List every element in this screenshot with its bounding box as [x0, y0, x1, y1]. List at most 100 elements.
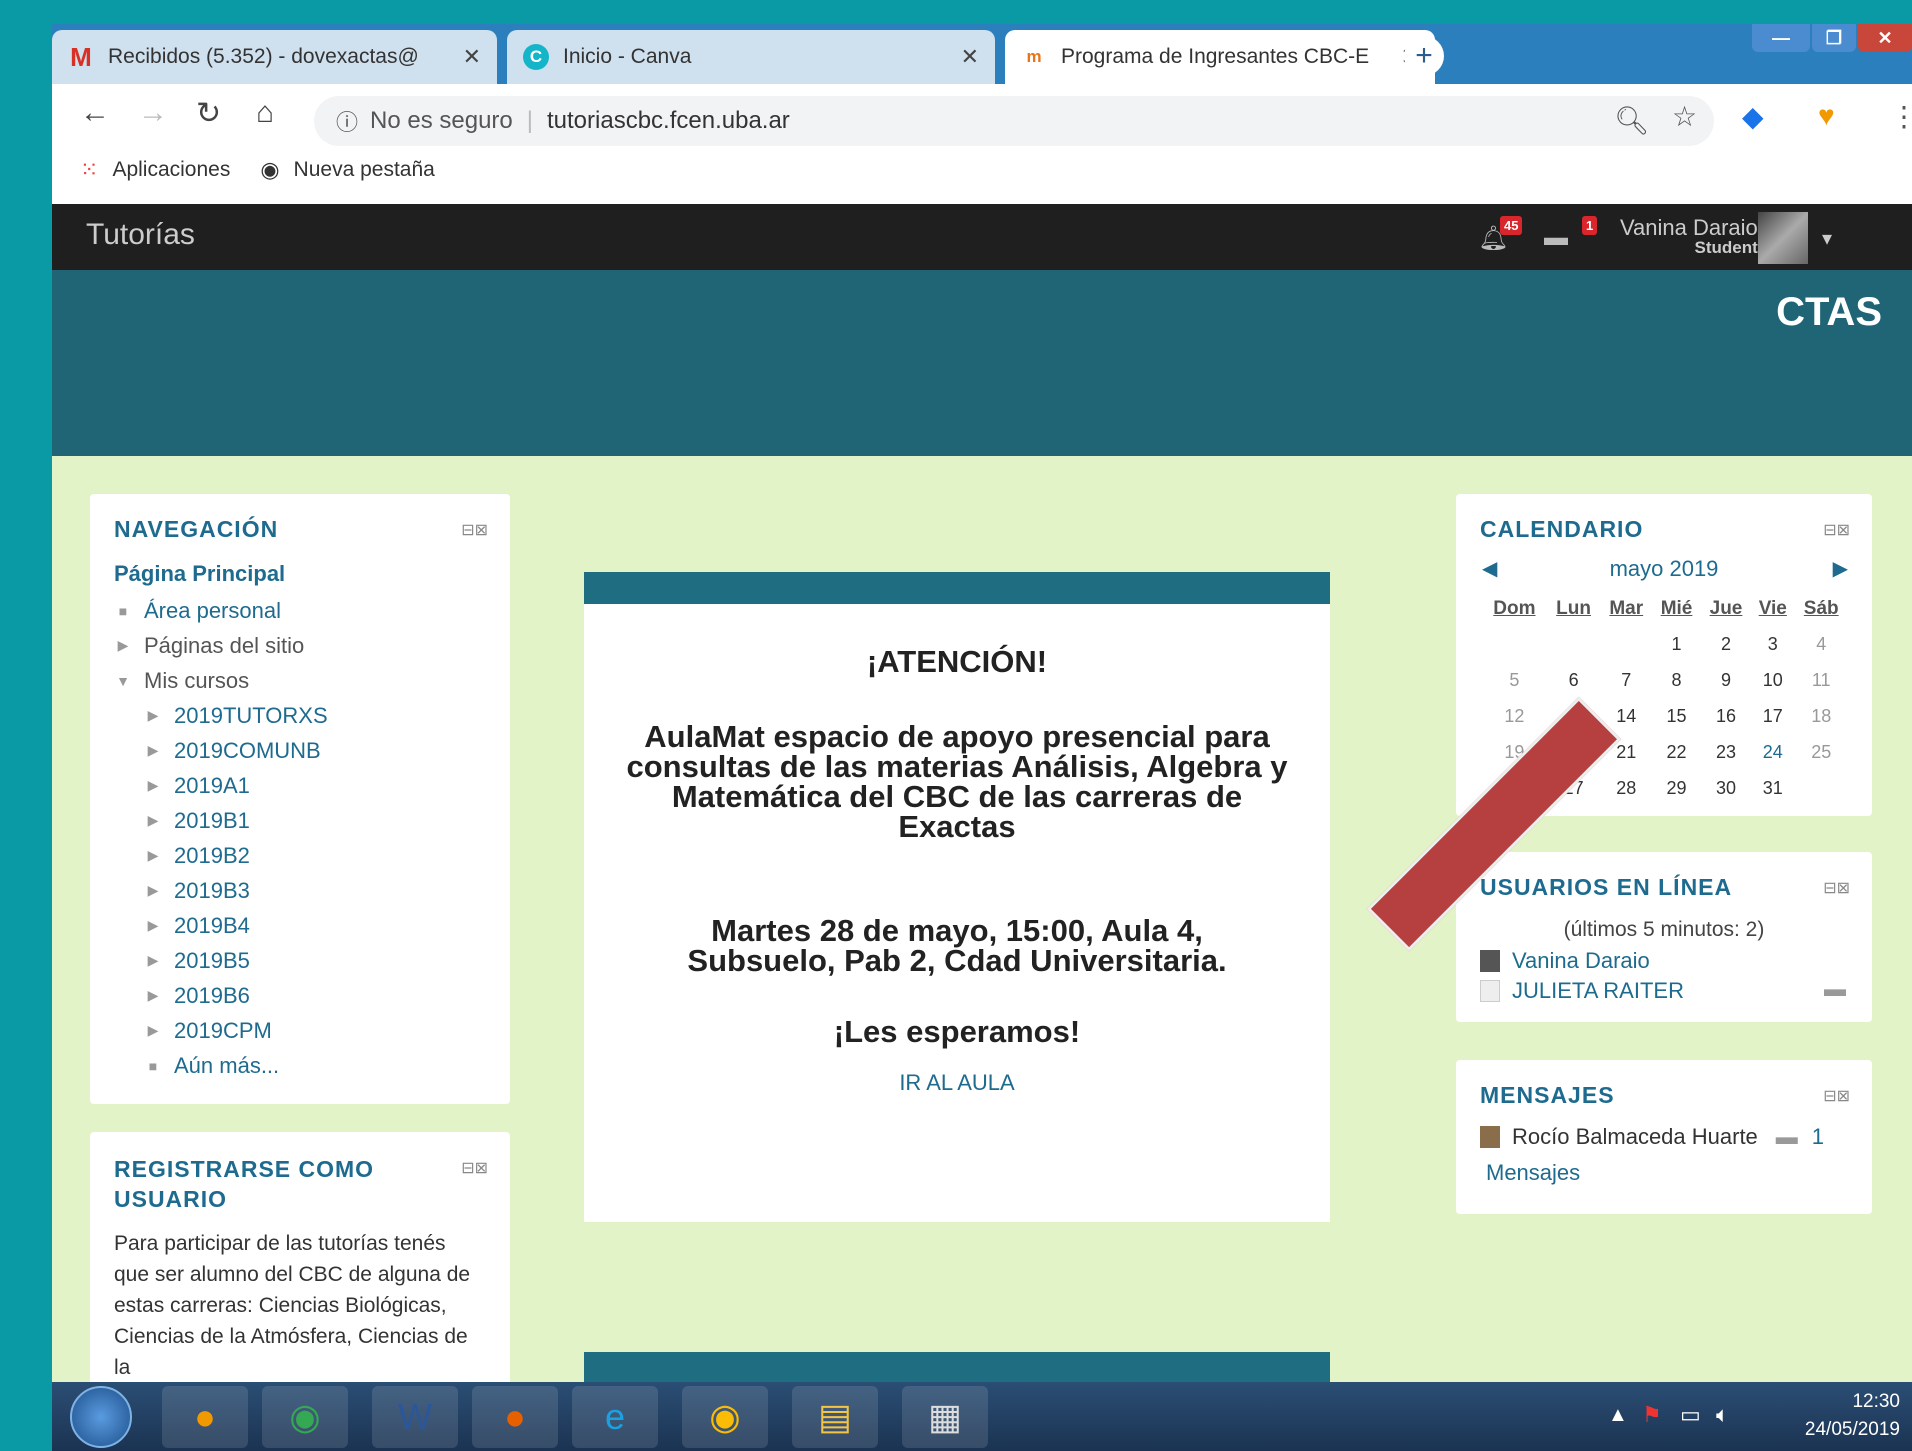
firefox-taskbar-icon[interactable]: ● [162, 1386, 248, 1448]
word-taskbar-icon[interactable]: W [372, 1386, 458, 1448]
reload-icon[interactable]: ↻ [196, 96, 221, 131]
calendar-day[interactable]: 3 [1751, 626, 1794, 662]
minimize-button[interactable]: — [1752, 24, 1810, 52]
course-item[interactable]: ▶ 2019B6 [114, 978, 486, 1013]
calendar-day[interactable]: 30 [1701, 770, 1751, 806]
ie-taskbar-icon[interactable]: e [572, 1386, 658, 1448]
caret-right-icon: ▶ [147, 1022, 159, 1038]
home-icon[interactable]: ⌂ [256, 96, 274, 130]
clock[interactable]: 12:30 24/05/2019 [1805, 1388, 1900, 1444]
course-item[interactable]: ▶ 2019B1 [114, 803, 486, 838]
user-menu[interactable]: Vanina Daraio Student [1620, 217, 1758, 258]
tab-programa[interactable]: m Programa de Ingresantes CBC-E ✕ [1005, 30, 1435, 84]
flag-icon[interactable]: ⚑ [1642, 1402, 1662, 1428]
next-month-icon[interactable]: ▶ [1833, 556, 1848, 581]
course-item[interactable]: ▶ 2019A1 [114, 768, 486, 803]
calendar-day[interactable]: 18 [1794, 698, 1848, 734]
course-label: 2019COMUNB [174, 737, 321, 763]
calendar-day[interactable]: 10 [1751, 662, 1794, 698]
calendar-day[interactable]: 25 [1794, 734, 1848, 770]
course-item[interactable]: ▶ 2019B5 [114, 943, 486, 978]
calendar-day[interactable]: 11 [1794, 662, 1848, 698]
close-tab-icon[interactable]: ✕ [961, 44, 979, 70]
messages-link[interactable]: Mensajes [1486, 1160, 1580, 1186]
course-item[interactable]: ▶ 2019B3 [114, 873, 486, 908]
calendar-day[interactable]: 6 [1547, 662, 1600, 698]
message-sender[interactable]: Rocío Balmaceda Huarte ▬ 1 [1480, 1124, 1824, 1150]
block-controls-icon[interactable]: ⊟⊠ [1823, 520, 1850, 540]
block-controls-icon[interactable]: ⊟⊠ [1823, 1086, 1850, 1106]
course-item[interactable]: ▶ 2019TUTORXS [114, 698, 486, 733]
forward-icon[interactable]: → [138, 96, 168, 130]
back-icon[interactable]: ← [80, 96, 110, 130]
start-button[interactable] [70, 1386, 132, 1448]
zoom-icon[interactable]: 🔍︎ [1614, 104, 1650, 137]
calendar-day[interactable]: 24 [1751, 734, 1794, 770]
online-user[interactable]: Vanina Daraio [1480, 948, 1650, 974]
announcement-date: Martes 28 de mayo, 15:00, Aula 4, Subsue… [687, 913, 1227, 978]
nav-item-area-personal[interactable]: ■ Área personal [114, 593, 486, 628]
firefox2-taskbar-icon[interactable]: ● [472, 1386, 558, 1448]
calendar-day[interactable]: 15 [1652, 698, 1701, 734]
chevron-down-icon[interactable]: ▾ [1822, 226, 1832, 251]
calendar-day[interactable]: 8 [1652, 662, 1701, 698]
calendar-day[interactable]: 4 [1794, 626, 1848, 662]
calendar-day[interactable]: 5 [1482, 662, 1547, 698]
calendar-day[interactable]: 29 [1652, 770, 1701, 806]
nav-item-more[interactable]: ■ Aún más... [114, 1048, 486, 1083]
tab-label: Programa de Ingresantes CBC-E [1061, 45, 1370, 68]
calendar-day[interactable]: 2 [1701, 626, 1751, 662]
calendar-day[interactable]: 12 [1482, 698, 1547, 734]
tab-canva[interactable]: C Inicio - Canva ✕ [507, 30, 995, 84]
nav-home-link[interactable]: Página Principal [114, 561, 486, 587]
messages-icon[interactable]: ▬ [1544, 224, 1568, 252]
course-item[interactable]: ▶ 2019B2 [114, 838, 486, 873]
tab-gmail[interactable]: M Recibidos (5.352) - dovexactas@ ✕ [52, 30, 497, 84]
chrome-taskbar-icon[interactable]: ◉ [262, 1386, 348, 1448]
close-tab-icon[interactable]: ✕ [463, 44, 481, 70]
menu-icon[interactable]: ⋮ [1890, 100, 1912, 133]
location-extension-icon[interactable]: ♥ [1818, 100, 1835, 132]
info-icon[interactable]: ⓘ [336, 105, 358, 137]
block-controls-icon[interactable]: ⊟⊠ [1823, 878, 1850, 898]
calendar-day[interactable]: 9 [1701, 662, 1751, 698]
close-window-button[interactable]: ✕ [1858, 24, 1912, 52]
message-icon[interactable]: ▬ [1824, 976, 1846, 1002]
address-separator: | [526, 107, 533, 134]
block-controls-icon[interactable]: ⊟⊠ [461, 520, 488, 540]
calendar-day[interactable]: 16 [1701, 698, 1751, 734]
calendar-day[interactable]: 22 [1652, 734, 1701, 770]
globe-icon: ◉ [260, 157, 280, 182]
address-bar[interactable]: ⓘ No es seguro | tutoriascbc.fcen.uba.ar [314, 96, 1714, 146]
calculator-taskbar-icon[interactable]: ▦ [902, 1386, 988, 1448]
extension-icon[interactable]: ◆ [1742, 100, 1764, 133]
tray-up-icon[interactable]: ▲ [1608, 1404, 1628, 1427]
calendar-day[interactable]: 31 [1751, 770, 1794, 806]
course-label: 2019B2 [174, 842, 250, 868]
calendar-day[interactable]: 1 [1652, 626, 1701, 662]
course-item[interactable]: ▶ 2019CPM [114, 1013, 486, 1048]
maximize-button[interactable]: ❐ [1812, 24, 1856, 52]
nav-item-mis-cursos[interactable]: ▼ Mis cursos [114, 663, 486, 698]
ir-al-aula-link[interactable]: IR AL AULA [584, 1070, 1330, 1096]
online-user[interactable]: JULIETA RAITER [1480, 978, 1684, 1004]
bookmark-apps[interactable]: ⁙ Aplicaciones [80, 157, 230, 183]
bookmark-new-tab[interactable]: ◉ Nueva pestaña [260, 157, 434, 183]
folder-taskbar-icon[interactable]: ▤ [792, 1386, 878, 1448]
course-item[interactable]: ▶ 2019B4 [114, 908, 486, 943]
course-item[interactable]: ▶ 2019COMUNB [114, 733, 486, 768]
nav-item-paginas[interactable]: ▶ Páginas del sitio [114, 628, 486, 663]
block-controls-icon[interactable]: ⊟⊠ [461, 1158, 488, 1178]
avatar[interactable] [1758, 212, 1808, 264]
calendar-day[interactable]: 17 [1751, 698, 1794, 734]
bookmark-star-icon[interactable]: ☆ [1672, 100, 1697, 133]
calendar-month[interactable]: mayo 2019 [1456, 556, 1872, 582]
new-tab-button[interactable]: + [1404, 36, 1444, 76]
site-brand[interactable]: Tutorías [86, 218, 195, 252]
calendar-day[interactable]: 28 [1600, 770, 1652, 806]
calendar-day[interactable]: 23 [1701, 734, 1751, 770]
network-icon[interactable]: ▭ [1680, 1402, 1701, 1428]
calendar-day[interactable]: 7 [1600, 662, 1652, 698]
chrome2-taskbar-icon[interactable]: ◉ [682, 1386, 768, 1448]
volume-icon[interactable]: 🔈︎ [1716, 1402, 1729, 1428]
